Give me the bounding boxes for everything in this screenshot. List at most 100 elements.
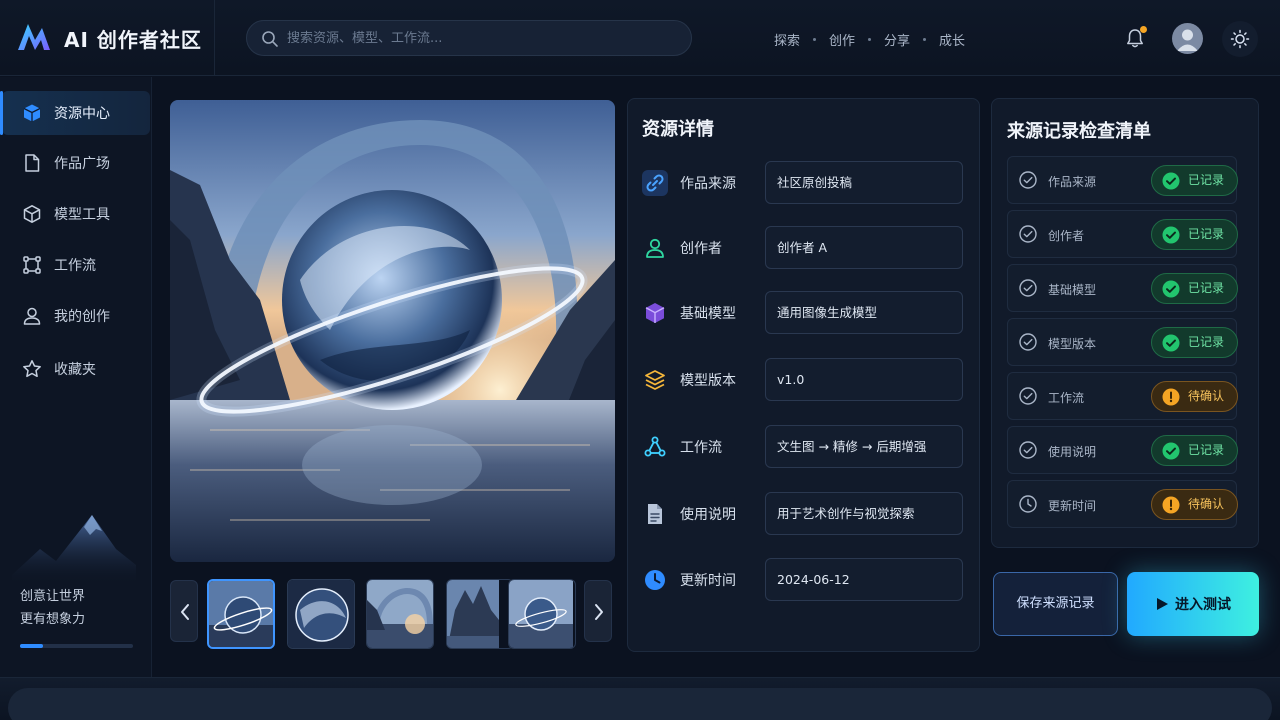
detail-label: 使用说明 [680,507,736,523]
avatar[interactable] [1172,23,1203,54]
checklist-row[interactable]: 使用说明 已记录 [1007,426,1238,474]
status-badge-text: 已记录 [1188,335,1225,349]
checklist-row[interactable]: 更新时间 待确认 [1007,480,1238,528]
thumbnail-3[interactable] [366,579,434,649]
slogan-line: 更有想象力 [20,612,86,627]
checklist-row[interactable]: 工作流 待确认 [1007,372,1238,420]
nav-link-growth[interactable]: 成长 [939,30,965,49]
top-nav: 探索 创作 分享 成长 [774,30,965,49]
status-badge-recorded: 已记录 [1151,327,1238,358]
brand-title: AI 创作者社区 [64,28,202,52]
search-input[interactable] [287,21,677,55]
box-icon [23,205,41,223]
nav-separator [923,38,927,41]
checklist-row[interactable]: 基础模型 已记录 [1007,264,1238,312]
user-icon [23,307,41,325]
thumbnail-4[interactable] [446,579,514,649]
checklist-label: 基础模型 [1048,283,1097,297]
slogan-line: 创意让世界 [20,589,86,604]
check-circle-outline-icon [1019,333,1037,351]
check-badge-icon [1162,280,1180,298]
detail-label: 工作流 [680,440,722,456]
sidebar-slogan: 创意让世界 更有想象力 [20,585,85,631]
thumbnail-strip [170,566,615,654]
sidebar-item-label: 资源中心 [54,106,110,122]
clock-outline-icon [1019,495,1037,513]
detail-label: 基础模型 [680,306,736,322]
theme-toggle-button[interactable] [1222,21,1258,57]
sidebar-item-my-creations[interactable]: 我的创作 [2,294,150,338]
detail-value-field[interactable]: 创作者 A [765,226,963,269]
check-badge-icon [1162,334,1180,352]
sidebar-item-gallery[interactable]: 作品广场 [2,141,150,185]
sidebar-item-workflow[interactable]: 工作流 [2,243,150,287]
bottom-bar [0,677,1280,720]
link-icon [642,170,668,196]
checklist-row[interactable]: 创作者 已记录 [1007,210,1238,258]
detail-value-field[interactable]: 用于艺术创作与视觉探索 [765,492,963,535]
warning-icon [1162,496,1180,514]
prev-image-button[interactable] [170,580,198,642]
checklist-label: 作品来源 [1048,175,1097,189]
thumbnail-5[interactable] [508,579,576,649]
document-icon [648,504,662,524]
chevron-left-icon [181,604,189,620]
status-badge-text: 已记录 [1188,227,1225,241]
nav-link-explore[interactable]: 探索 [774,30,800,49]
checklist-label: 工作流 [1048,391,1085,405]
progress-fill [20,644,43,648]
nav-separator [868,38,872,41]
detail-label: 创作者 [680,241,722,257]
source-checklist-panel: 来源记录检查清单 作品来源 已记录 创作者 已记录 基础模型 已记录 模型版本 已记录 工作流待… [991,98,1259,548]
detail-label: 模型版本 [680,373,736,389]
thumbnail-image [509,580,573,648]
notification-dot [1140,26,1147,33]
enter-test-button[interactable]: 进入测试 [1127,572,1259,636]
brand-logo-icon[interactable] [16,20,52,54]
avatar-user-icon [1177,29,1198,51]
artwork-preview[interactable] [170,100,615,562]
detail-value-field[interactable]: 社区原创投稿 [765,161,963,204]
thumbnail-image [209,581,273,647]
sidebar-item-resource-center[interactable]: 资源中心 [0,91,150,135]
status-badge-recorded: 已记录 [1151,273,1238,304]
details-title: 资源详情 [642,119,714,140]
detail-label: 更新时间 [680,573,736,589]
checklist-label: 模型版本 [1048,337,1097,351]
sidebar: 资源中心 作品广场 模型工具 工作流 我的创作 收藏夹 创意让世界 更有想象力 [0,77,152,677]
resource-details-panel: 资源详情 作品来源 社区原创投稿 创作者 创作者 A 基础模型 通用图像生成模型 [627,98,980,652]
file-icon [25,154,40,172]
sidebar-item-model-tools[interactable]: 模型工具 [2,192,150,236]
mountain-illustration [12,515,136,585]
next-image-button[interactable] [584,580,612,642]
checklist-row[interactable]: 模型版本 已记录 [1007,318,1238,366]
detail-row-source: 作品来源 社区原创投稿 [628,161,981,205]
search-box[interactable] [246,20,692,56]
detail-row-usage-notes: 使用说明 用于艺术创作与视觉探索 [628,492,981,536]
thumbnail-image [367,580,433,648]
thumbnail-image [447,580,499,648]
detail-value-field[interactable]: 文生图 → 精修 → 后期增强 [765,425,963,468]
sidebar-item-label: 我的创作 [54,309,110,325]
checklist-label: 更新时间 [1048,499,1097,513]
thumbnail-2[interactable] [287,579,355,649]
checklist-row[interactable]: 作品来源 已记录 [1007,156,1238,204]
check-circle-outline-icon [1019,441,1037,459]
status-badge-text: 已记录 [1188,281,1225,295]
status-badge-recorded: 已记录 [1151,435,1238,466]
thumbnail-1[interactable] [207,579,275,649]
detail-value-field[interactable]: 2024-06-12 [765,558,963,601]
status-badge-pending: 待确认 [1151,489,1238,520]
clock-icon [645,570,665,590]
sidebar-item-favorites[interactable]: 收藏夹 [2,347,150,391]
save-source-record-button[interactable]: 保存来源记录 [993,572,1118,636]
sidebar-item-label: 收藏夹 [54,362,96,378]
nav-link-create[interactable]: 创作 [829,30,855,49]
sidebar-progress-bar [20,644,133,648]
nav-link-share[interactable]: 分享 [884,30,910,49]
layers-icon [645,370,665,390]
cube-icon [23,104,41,122]
workflow-icon [23,256,41,274]
detail-value-field[interactable]: 通用图像生成模型 [765,291,963,334]
detail-value-field[interactable]: v1.0 [765,358,963,401]
